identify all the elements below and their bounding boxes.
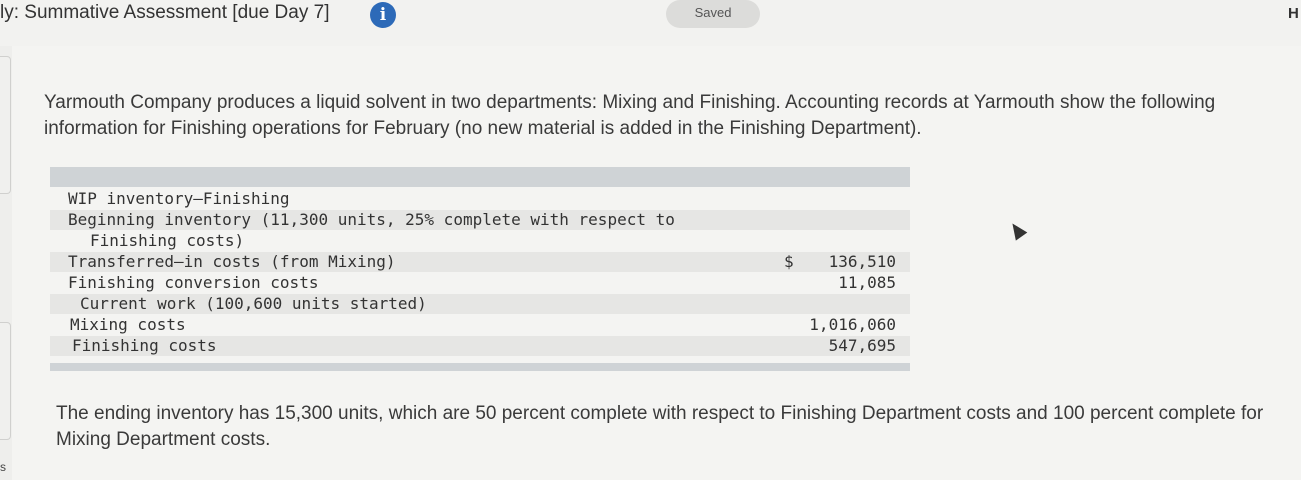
row-amount: 136,510 xyxy=(828,252,896,271)
table-footer-bar xyxy=(50,363,910,371)
table-row: Mixing costs 1,016,060 xyxy=(50,315,910,335)
problem-ending-inventory: The ending inventory has 15,300 units, w… xyxy=(56,403,1264,450)
table-row: Current work (100,600 units started) xyxy=(50,294,910,314)
table-row: WIP inventory–Finishing xyxy=(50,189,910,209)
left-panel-tab[interactable] xyxy=(0,322,11,440)
top-bar: ly: Summative Assessment [due Day 7] i S… xyxy=(0,0,1301,46)
row-amount: 11,085 xyxy=(838,273,896,292)
row-label: Beginning inventory (11,300 units, 25% c… xyxy=(68,210,675,229)
corner-label: H xyxy=(1288,5,1299,22)
row-label: Current work (100,600 units started) xyxy=(80,294,427,313)
row-label: WIP inventory–Finishing xyxy=(68,189,290,208)
left-edge-label: s xyxy=(0,460,6,474)
row-label: Finishing conversion costs xyxy=(68,273,319,292)
table-row: Finishing conversion costs 11,085 xyxy=(50,273,910,293)
saved-status-badge: Saved xyxy=(666,0,760,28)
table-row: Finishing costs 547,695 xyxy=(50,336,910,356)
row-amount: 547,695 xyxy=(828,336,896,355)
left-panel-tab[interactable] xyxy=(0,56,11,194)
info-icon[interactable]: i xyxy=(370,2,396,28)
row-label: Transferred–in costs (from Mixing) xyxy=(68,252,396,271)
row-amount: 1,016,060 xyxy=(809,315,896,334)
table-row: Beginning inventory (11,300 units, 25% c… xyxy=(50,210,910,230)
row-label: Finishing costs) xyxy=(90,231,245,250)
table-header-bar xyxy=(50,167,910,187)
table-row: Transferred–in costs (from Mixing) $ 136… xyxy=(50,252,910,272)
cost-table: WIP inventory–Finishing Beginning invent… xyxy=(50,167,910,373)
assignment-title: ly: Summative Assessment [due Day 7] xyxy=(0,2,330,23)
row-label: Finishing costs xyxy=(72,336,217,355)
row-label: Mixing costs xyxy=(70,315,186,334)
problem-intro: Yarmouth Company produces a liquid solve… xyxy=(44,92,1216,139)
currency-symbol: $ xyxy=(784,252,794,271)
table-row: Finishing costs) xyxy=(50,231,910,251)
